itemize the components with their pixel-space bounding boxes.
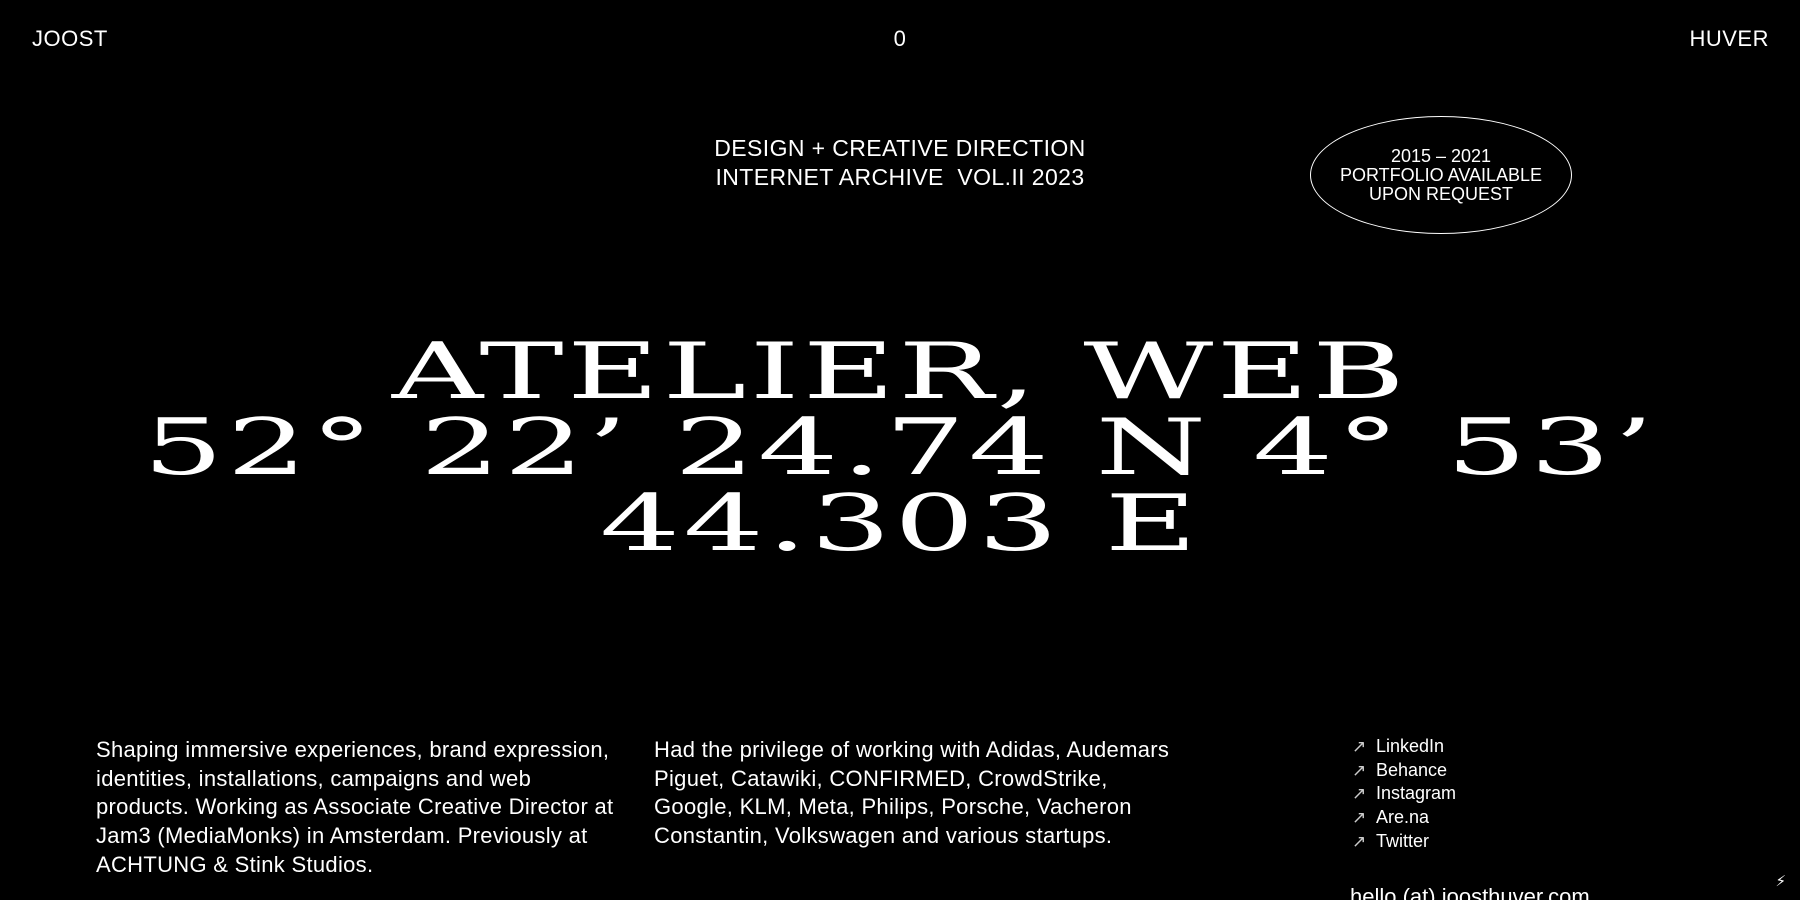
badge-line-2: PORTFOLIO AVAILABLE	[1339, 164, 1543, 185]
headline: ATELIER, WEB 52° 22’ 24.74 N 4° 53’ 44.3…	[0, 327, 1800, 569]
arrow-up-right-icon: ↗	[1352, 808, 1367, 828]
clients-text: Had the privilege of working with Adidas…	[654, 737, 1170, 849]
arrow-up-right-icon: ↗	[1352, 784, 1367, 804]
link-label: LinkedIn	[1376, 736, 1445, 756]
link-linkedin[interactable]: ↗ LinkedIn	[1352, 735, 1456, 759]
arrow-up-right-icon: ↗	[1352, 760, 1367, 780]
badge-line-3: UPON REQUEST	[1368, 183, 1514, 204]
portfolio-badge[interactable]: 2015 – 2021 PORTFOLIO AVAILABLE UPON REQ…	[1310, 116, 1572, 234]
email-link[interactable]: hello (at) joosthuver.com	[1350, 883, 1590, 900]
arrow-up-right-icon: ↗	[1352, 831, 1367, 851]
header-counter: 0	[893, 26, 907, 51]
badge-years: 2015 – 2021	[1390, 145, 1492, 166]
link-label: Twitter	[1376, 830, 1430, 851]
link-behance[interactable]: ↗ Behance	[1352, 759, 1456, 783]
page: JOOST 0 HUVER DESIGN + CREATIVE DIRECTIO…	[0, 0, 1800, 900]
header-right-name[interactable]: HUVER	[1689, 26, 1769, 52]
link-label: Are.na	[1376, 807, 1430, 828]
headline-line-3: 44.303 E	[599, 479, 1201, 569]
link-label: Instagram	[1376, 783, 1457, 804]
headline-line-1: ATELIER, WEB	[391, 327, 1409, 417]
link-arena[interactable]: ↗ Are.na	[1352, 806, 1456, 830]
link-instagram[interactable]: ↗ Instagram	[1352, 782, 1456, 806]
arrow-up-right-icon: ↗	[1352, 737, 1367, 756]
link-twitter[interactable]: ↗ Twitter	[1352, 830, 1456, 854]
about-text: Shaping immersive experiences, brand exp…	[96, 737, 614, 877]
social-links: ↗ LinkedIn ↗ Behance ↗ Instagram ↗ Are.n…	[1352, 735, 1456, 854]
headline-line-2: 52° 22’ 24.74 N 4° 53’	[143, 403, 1657, 493]
link-label: Behance	[1376, 759, 1448, 780]
bolt-icon: ⚡	[1775, 873, 1786, 890]
